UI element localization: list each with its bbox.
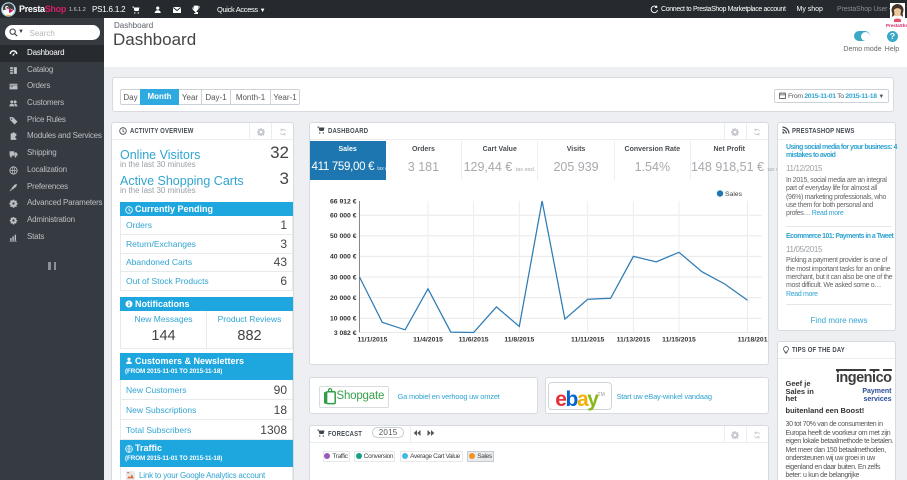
svg-text:40 000 €: 40 000 € — [330, 254, 357, 261]
svg-text:30 000 €: 30 000 € — [330, 274, 357, 281]
svg-text:11/6/2015: 11/6/2015 — [458, 337, 488, 344]
svg-text:60 000 €: 60 000 € — [330, 213, 357, 220]
svg-text:11/15/2015: 11/15/2015 — [662, 337, 696, 344]
svg-text:11/8/2015: 11/8/2015 — [504, 337, 534, 344]
svg-text:11/11/2015: 11/11/2015 — [571, 337, 604, 344]
svg-text:20 000 €: 20 000 € — [330, 295, 357, 302]
svg-text:11/18/201: 11/18/201 — [737, 337, 767, 344]
svg-text:11/13/2015: 11/13/2015 — [616, 337, 650, 344]
svg-text:10 000 €: 10 000 € — [330, 316, 357, 323]
svg-text:50 000 €: 50 000 € — [330, 233, 357, 240]
svg-text:11/1/2015: 11/1/2015 — [357, 337, 387, 344]
svg-text:3 082 €: 3 082 € — [333, 330, 356, 337]
svg-text:11/4/2015: 11/4/2015 — [413, 337, 443, 344]
svg-text:66 912 €: 66 912 € — [330, 198, 357, 205]
svg-text:Sales: Sales — [725, 191, 743, 198]
